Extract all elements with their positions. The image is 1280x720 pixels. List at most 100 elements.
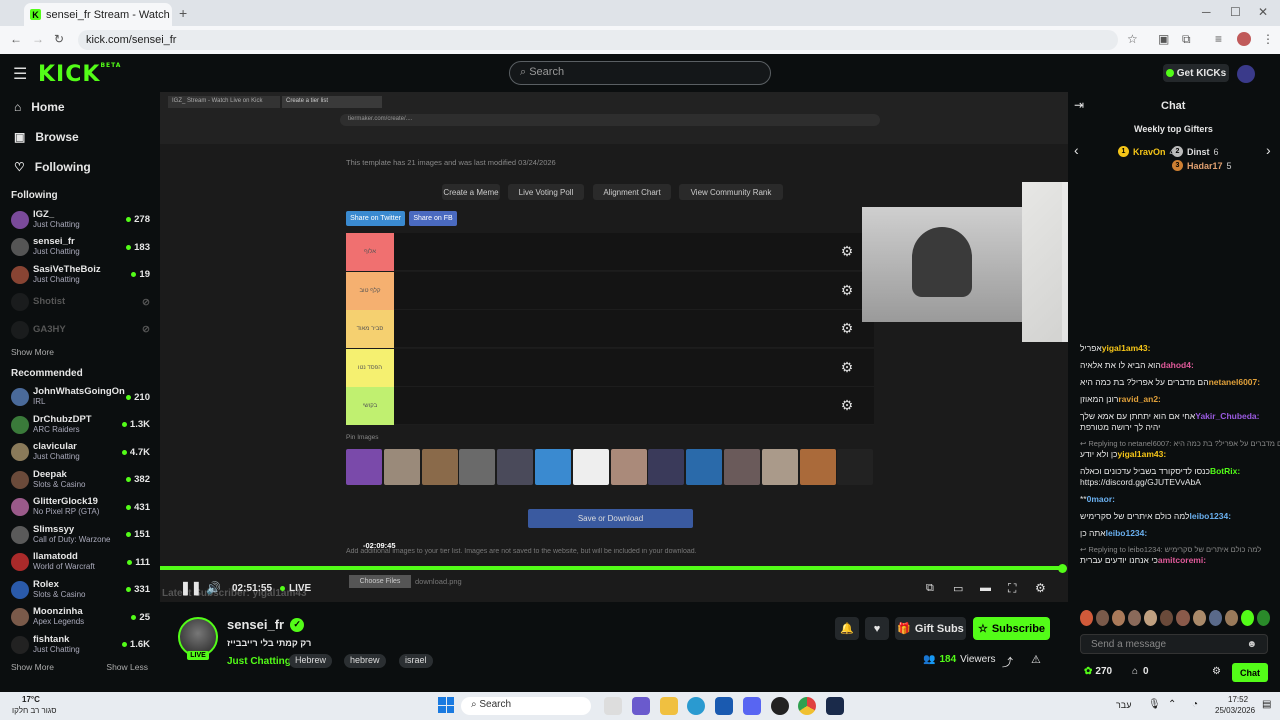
- user-avatar[interactable]: [1237, 65, 1255, 83]
- chat-username[interactable]: ravid_an2:: [1118, 394, 1163, 404]
- back-icon[interactable]: ←: [10, 32, 22, 46]
- reload-icon[interactable]: ↻: [54, 32, 64, 46]
- emote[interactable]: [1112, 610, 1126, 626]
- chat-username[interactable]: leibo1234:: [1106, 528, 1150, 538]
- progress-handle[interactable]: [1058, 564, 1067, 573]
- task-view-icon[interactable]: [604, 697, 622, 715]
- forward-icon[interactable]: →: [32, 32, 44, 46]
- chat-username[interactable]: amitcoremi:: [1158, 555, 1209, 565]
- edge-icon[interactable]: [687, 697, 705, 715]
- chrome-icon[interactable]: [798, 697, 816, 715]
- emoji-picker-icon[interactable]: ☻: [1246, 639, 1257, 650]
- channel-item[interactable]: JohnWhatsGoingOn IRL 210: [0, 384, 158, 412]
- sidebar-nav-home[interactable]: ⌂ Home: [0, 92, 158, 122]
- emote[interactable]: [1080, 610, 1094, 626]
- streamer-name[interactable]: sensei_fr ✓: [227, 617, 305, 632]
- emote[interactable]: [1224, 610, 1238, 626]
- chat-username[interactable]: yigal1am43:: [1102, 343, 1153, 353]
- weather-temp[interactable]: 17°C: [22, 695, 40, 704]
- volume-icon[interactable]: 🔊: [206, 581, 221, 595]
- mic-icon[interactable]: 🎙: [1148, 699, 1161, 710]
- file-explorer-icon[interactable]: [660, 697, 678, 715]
- channel-item[interactable]: Shotist ⊘: [0, 289, 158, 317]
- gifters-next-icon[interactable]: ›: [1266, 142, 1271, 158]
- gift-subs-button[interactable]: 🎁 Gift Subs: [895, 617, 966, 640]
- emote[interactable]: [1192, 610, 1206, 626]
- kick-logo[interactable]: KICKBETA: [38, 62, 121, 87]
- emote[interactable]: [1144, 610, 1158, 626]
- channel-item[interactable]: GlitterGlock19 No Pixel RP (GTA) 431: [0, 494, 158, 522]
- live-indicator[interactable]: LIVE: [280, 583, 311, 594]
- stream-tag[interactable]: israel: [399, 654, 433, 668]
- stream-tag[interactable]: Hebrew: [289, 654, 333, 668]
- get-kicks-button[interactable]: Get KICKs: [1163, 64, 1229, 82]
- channel-item[interactable]: SasiVeTheBoiz Just Chatting 19: [0, 261, 158, 289]
- channel-item[interactable]: GA3HY ⊘: [0, 316, 158, 344]
- collapse-chat-icon[interactable]: ⇥: [1074, 98, 1084, 112]
- obs-icon[interactable]: [771, 697, 789, 715]
- notification-bell-button[interactable]: 🔔: [835, 617, 859, 640]
- tray-chevron-icon[interactable]: ⌃: [1168, 699, 1176, 710]
- extensions-puzzle-icon[interactable]: ⧉: [1182, 32, 1191, 47]
- channel-item[interactable]: IGZ_ Just Chatting 278: [0, 206, 158, 234]
- windows-start-icon[interactable]: [438, 697, 454, 713]
- channel-item[interactable]: sensei_fr Just Chatting 183: [0, 234, 158, 262]
- url-field[interactable]: kick.com/sensei_fr: [78, 30, 1118, 50]
- pause-icon[interactable]: ❚❚: [180, 580, 202, 596]
- input-language[interactable]: עבר: [1116, 700, 1131, 710]
- extension-icon[interactable]: ▣: [1158, 32, 1169, 46]
- subscribe-button[interactable]: ☆ Subscribe: [973, 617, 1050, 640]
- settings-gear-icon[interactable]: ⚙: [1035, 581, 1046, 595]
- show-less-recommended[interactable]: Show Less: [95, 659, 148, 675]
- follow-heart-button[interactable]: ♥: [865, 617, 889, 640]
- channel-item[interactable]: clavicular Just Chatting 4.7K: [0, 439, 158, 467]
- chat-username[interactable]: netanel6007:: [1209, 377, 1263, 387]
- chat-settings-icon[interactable]: ⚙: [1212, 666, 1221, 677]
- media-control-icon[interactable]: ≡: [1215, 32, 1222, 46]
- emote[interactable]: [1176, 610, 1190, 626]
- fullscreen-icon[interactable]: ⛶: [1008, 581, 1016, 596]
- channel-item[interactable]: fishtank Just Chatting 1.6K: [0, 631, 158, 659]
- emote[interactable]: [1096, 610, 1110, 626]
- chat-username[interactable]: dahod4:: [1161, 360, 1196, 370]
- emote[interactable]: [1208, 610, 1222, 626]
- sidebar-nav-following[interactable]: ♡ Following: [0, 152, 158, 182]
- browser-tab[interactable]: K sensei_fr Stream - Watch Li... 🔊 ✕: [24, 3, 172, 26]
- bookmark-star-icon[interactable]: ☆: [1127, 32, 1138, 46]
- gifters-prev-icon[interactable]: ‹: [1074, 142, 1079, 158]
- hamburger-menu-icon[interactable]: ☰: [13, 64, 27, 84]
- menu-kebab-icon[interactable]: ⋮: [1262, 32, 1274, 46]
- emote[interactable]: [1256, 610, 1270, 626]
- chat-username[interactable]: Yakir_Chubeda:: [1195, 411, 1262, 421]
- channel-item[interactable]: Rolex Slots & Casino 331: [0, 576, 158, 604]
- notification-icon[interactable]: ▤: [1262, 699, 1271, 710]
- taskbar-search[interactable]: ⌕ Search: [461, 697, 591, 715]
- show-more-recommended[interactable]: Show More: [0, 659, 54, 675]
- channel-item[interactable]: DrChubzDPT ARC Raiders 1.3K: [0, 411, 158, 439]
- theater-mode-icon[interactable]: ▬: [980, 582, 991, 594]
- channel-item[interactable]: Slimssyy Call of Duty: Warzone 151: [0, 521, 158, 549]
- wifi-icon[interactable]: ◔: [1192, 699, 1198, 710]
- emote[interactable]: [1240, 610, 1254, 626]
- new-tab-icon[interactable]: +: [179, 5, 187, 21]
- gift-balance[interactable]: ⌂ 0: [1132, 666, 1149, 677]
- emote[interactable]: [1160, 610, 1174, 626]
- channel-item[interactable]: Deepak Slots & Casino 382: [0, 466, 158, 494]
- emote[interactable]: [1128, 610, 1142, 626]
- clip-icon[interactable]: ▭: [953, 582, 963, 595]
- sidebar-nav-browse[interactable]: ▣ Browse: [0, 122, 158, 152]
- teams-icon[interactable]: [632, 697, 650, 715]
- kicks-balance[interactable]: ✿ 270: [1084, 666, 1112, 677]
- show-more-following[interactable]: Show More: [0, 344, 158, 360]
- maximize-icon[interactable]: ☐: [1230, 5, 1241, 19]
- profile-avatar[interactable]: [1237, 32, 1251, 46]
- chat-username[interactable]: 0maor:: [1087, 494, 1118, 504]
- chat-username[interactable]: BotRix:: [1210, 466, 1243, 476]
- stream-category[interactable]: Just Chatting: [227, 656, 291, 667]
- stream-tag[interactable]: hebrew: [344, 654, 386, 668]
- search-input[interactable]: ⌕ Search: [509, 61, 771, 85]
- chat-input[interactable]: Send a message ☻: [1080, 634, 1268, 654]
- pip-icon[interactable]: ⧉: [926, 582, 934, 595]
- chat-send-button[interactable]: Chat: [1232, 663, 1268, 682]
- minimize-icon[interactable]: ─: [1202, 5, 1211, 19]
